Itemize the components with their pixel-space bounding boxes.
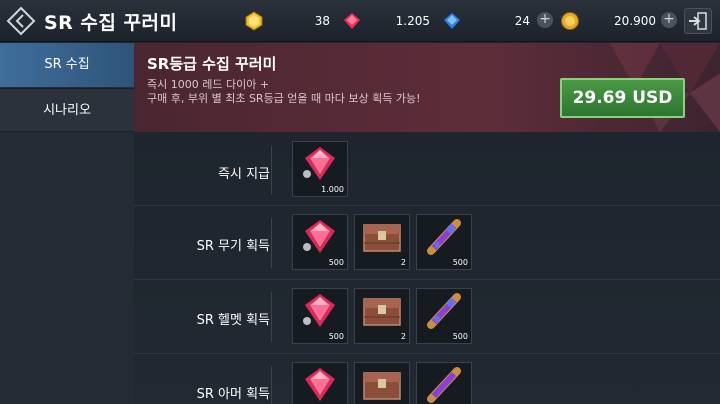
- gold-coin-icon: [561, 12, 579, 30]
- reward-list: 즉시 지급 1.000 SR 무기 획득 500 2 500 SR 헬멧 획득 …: [134, 132, 720, 404]
- separator: [271, 218, 272, 268]
- red-diamond-icon: [303, 294, 335, 327]
- reward-quantity: 2: [400, 332, 406, 341]
- treasure-chest-icon: [363, 224, 401, 252]
- scroll-icon: [427, 367, 461, 403]
- package-banner: SR등급 수집 꾸러미 즉시 1000 레드 다이아 + 구매 후, 부위 별 …: [134, 43, 720, 132]
- red-diamond-icon: [305, 368, 335, 401]
- exit-door-icon: [689, 12, 707, 30]
- blue-diamond-counter: 24: [442, 11, 530, 31]
- row-divider: [134, 353, 720, 354]
- reward-quantity: 2: [400, 258, 406, 267]
- red-diamond-value: 1.205: [395, 14, 430, 28]
- treasure-chest-icon: [363, 298, 401, 326]
- reward-quantity: 500: [452, 332, 468, 341]
- row-divider: [134, 279, 720, 280]
- treasure-chest-icon: [363, 372, 401, 400]
- row-divider: [134, 205, 720, 206]
- red-diamond-icon: [344, 13, 360, 29]
- gold-gem-icon: [245, 11, 263, 31]
- reward-quantity: 500: [328, 258, 344, 267]
- separator: [271, 146, 272, 194]
- scroll-icon: [427, 293, 461, 329]
- red-diamond-icon: [303, 220, 335, 253]
- reward-slot[interactable]: 1.000: [292, 141, 348, 197]
- sidebar-item-sr-collection[interactable]: SR 수집: [0, 43, 134, 87]
- sidebar-item-scenario[interactable]: 시나리오: [0, 88, 134, 132]
- reward-quantity: 500: [452, 258, 468, 267]
- reward-slot[interactable]: 2: [354, 214, 410, 270]
- banner-title: SR등급 수집 꾸러미: [147, 55, 277, 73]
- row-label-armor: SR 아머 획득: [196, 387, 270, 402]
- separator: [271, 366, 272, 404]
- gold-gem-value: 38: [314, 14, 330, 28]
- blue-diamond-value: 24: [514, 14, 530, 28]
- back-button[interactable]: [6, 6, 36, 36]
- top-bar: SR 수집 꾸러미 38 1.205 24 + 20.900 +: [0, 0, 720, 42]
- separator: [271, 292, 272, 342]
- purchase-button[interactable]: 29.69 USD: [560, 78, 685, 118]
- back-icon: [6, 6, 36, 36]
- reward-slot[interactable]: [292, 362, 348, 404]
- reward-slot[interactable]: 500: [292, 288, 348, 344]
- reward-slot[interactable]: 500: [416, 214, 472, 270]
- gold-coin-value: 20.900: [614, 14, 656, 28]
- page-title: SR 수집 꾸러미: [44, 12, 178, 34]
- reward-quantity: 500: [328, 332, 344, 341]
- reward-slot[interactable]: 2: [354, 288, 410, 344]
- reward-slot[interactable]: [354, 362, 410, 404]
- add-gold-coin-button[interactable]: +: [661, 12, 677, 28]
- row-label-weapon: SR 무기 획득: [196, 239, 270, 254]
- banner-description-line2: 구매 후, 부위 별 최초 SR등급 얻을 때 마다 보상 획득 가능!: [147, 92, 421, 105]
- red-diamond-counter: 1.205: [342, 11, 430, 31]
- reward-quantity: 1.000: [321, 185, 344, 194]
- reward-slot[interactable]: [416, 362, 472, 404]
- gold-gem-counter: 38: [244, 11, 334, 31]
- add-blue-diamond-button[interactable]: +: [537, 12, 553, 28]
- reward-slot[interactable]: 500: [292, 214, 348, 270]
- reward-slot[interactable]: 500: [416, 288, 472, 344]
- row-label-instant: 즉시 지급: [218, 167, 270, 182]
- red-diamond-icon: [303, 147, 335, 180]
- gold-coin-counter: 20.900: [560, 11, 656, 31]
- sidebar: SR 수집 시나리오: [0, 43, 134, 404]
- blue-diamond-icon: [444, 13, 460, 29]
- row-label-helmet: SR 헬멧 획득: [196, 313, 270, 328]
- exit-button[interactable]: [684, 8, 712, 34]
- scroll-icon: [427, 219, 461, 255]
